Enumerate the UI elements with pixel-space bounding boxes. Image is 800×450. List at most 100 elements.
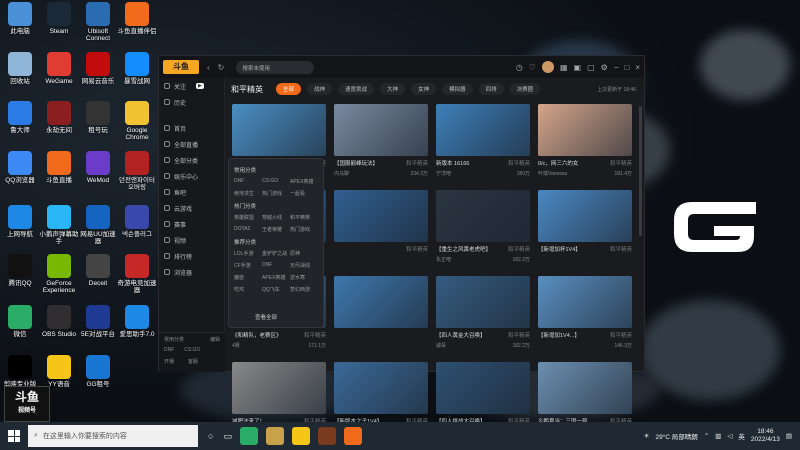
desktop-icon[interactable]: 던전앤파이터 오버링 <box>117 151 157 191</box>
filter-tab[interactable]: 模拟器 <box>442 83 473 95</box>
popup-category-item[interactable]: 梦幻西游 <box>290 286 318 293</box>
desktop-icon[interactable]: 腾讯QQ <box>0 254 40 287</box>
app-taskbar-icon[interactable] <box>265 427 284 445</box>
desktop-icon[interactable]: 回收站 <box>0 52 40 85</box>
refresh-icon[interactable]: ↻ <box>218 63 225 72</box>
desktop-icon[interactable]: GG租号 <box>78 355 118 388</box>
desktop-icon[interactable]: Ubisoft Connect <box>78 2 118 42</box>
sidebar-item[interactable]: 关注 ▶ <box>159 78 224 94</box>
stream-thumbnail[interactable] <box>334 276 428 328</box>
stream-thumbnail[interactable] <box>538 276 632 328</box>
weather-text[interactable]: 29°C 局部晴朗 <box>655 431 697 441</box>
stream-thumbnail[interactable] <box>538 104 632 156</box>
popup-category-item[interactable]: 绝地求生 <box>234 190 262 197</box>
app-logo[interactable]: 斗鱼 <box>163 60 199 74</box>
desktop-icon[interactable]: 上网导航 <box>0 205 40 238</box>
stream-card[interactable]: 新版本 16166 和平精英 宁洋吧 180万 <box>436 104 530 188</box>
sidebar-item[interactable]: 浏览器 <box>159 264 224 280</box>
stream-thumbnail[interactable] <box>538 190 632 242</box>
popup-category-item[interactable]: APEX英雄 <box>290 178 318 185</box>
stream-thumbnail[interactable] <box>232 362 326 414</box>
chevron-up-icon[interactable]: ⌃ <box>704 432 709 440</box>
popup-category-item[interactable]: 英雄联盟 <box>234 214 262 221</box>
desktop-icon[interactable]: 奇游电竞加速器 <box>117 254 157 294</box>
wechat-taskbar-icon[interactable] <box>239 427 258 445</box>
desktop-icon[interactable]: 网易UU加速器 <box>78 205 118 245</box>
desktop-icon[interactable]: OBS Studio <box>39 305 79 338</box>
desktop-icon[interactable]: WeMod <box>78 151 118 184</box>
footer-category-item[interactable]: DNF <box>164 347 174 353</box>
stream-thumbnail[interactable] <box>334 190 428 242</box>
volume-icon[interactable]: ◁ <box>727 432 732 440</box>
stream-card[interactable]: 【重生之风黄老虎吧】 和平精英 东正吧 182.2万 <box>436 190 530 274</box>
desktop-icon[interactable]: 此电脑 <box>0 2 40 35</box>
douyu-taskbar-icon[interactable] <box>343 427 362 445</box>
footer-edit-button[interactable]: 编辑 <box>210 336 220 343</box>
filter-tab[interactable]: 女神 <box>411 83 437 95</box>
desktop-icon[interactable]: Steam <box>39 2 79 35</box>
desktop-icon[interactable]: 5E对战平台 <box>78 305 118 338</box>
settings-icon[interactable]: ⚙ <box>601 63 608 72</box>
back-icon[interactable]: ‹ <box>207 63 210 72</box>
desktop-icon[interactable]: WeGame <box>39 52 79 85</box>
minimize-icon[interactable]: − <box>614 63 619 72</box>
popup-category-item[interactable]: DNF <box>234 178 262 185</box>
popup-category-item[interactable]: LOL手游 <box>234 250 262 257</box>
popup-category-item[interactable]: DOTA2 <box>234 226 262 233</box>
popup-category-item[interactable]: APEX英雄 <box>262 274 290 281</box>
desktop-icon[interactable]: 暴雪战网 <box>117 52 157 85</box>
desktop-icon[interactable]: 租号玩 <box>78 101 118 134</box>
heart-icon[interactable]: ♡ <box>529 63 536 72</box>
desktop-icon[interactable]: QQ浏览器 <box>0 151 40 184</box>
start-stream-button[interactable]: 开播 <box>164 358 174 365</box>
stream-thumbnail[interactable] <box>436 362 530 414</box>
popup-category-item[interactable]: QQ飞车 <box>262 286 290 293</box>
sidebar-item[interactable]: 首页 <box>159 120 224 136</box>
desktop-icon[interactable]: 斗鱼直播 <box>39 151 79 184</box>
ime-indicator[interactable]: 英 <box>738 431 745 441</box>
sidebar-item[interactable]: 云游戏 <box>159 200 224 216</box>
sidebar-item[interactable]: 鱼吧 <box>159 184 224 200</box>
sidebar-item[interactable]: 全部分类 <box>159 152 224 168</box>
stream-card[interactable]: 和平精英 <box>334 190 428 274</box>
filter-tab[interactable]: 全部 <box>276 83 302 95</box>
popup-category-item[interactable]: 吃鸡 <box>234 286 262 293</box>
desktop-icon[interactable]: 剪映专业版 <box>0 355 40 388</box>
filter-tab[interactable]: 大神 <box>380 83 406 95</box>
desktop-icon[interactable]: 爱思助手7.0 <box>117 305 157 338</box>
filter-tab[interactable]: 战神 <box>307 83 333 95</box>
desktop-icon[interactable]: Google Chrome <box>117 101 157 141</box>
start-button[interactable] <box>0 422 28 450</box>
popup-category-item[interactable]: 穿越火线 <box>262 214 290 221</box>
desktop-icon[interactable]: 넥슨플러그 <box>117 205 157 238</box>
stream-thumbnail[interactable] <box>436 190 530 242</box>
filter-tab[interactable]: 速度挑战 <box>338 83 375 95</box>
scrollbar[interactable] <box>639 106 642 236</box>
maximize-icon[interactable]: □ <box>624 63 629 72</box>
stream-thumbnail[interactable] <box>538 362 632 414</box>
popup-category-item[interactable]: DNF <box>262 262 290 269</box>
stream-thumbnail[interactable] <box>334 104 428 156</box>
stream-card[interactable]: 0/c，网三六的女 和平精英 叶琪Vanessa 181.4万 <box>538 104 632 188</box>
stream-thumbnail[interactable] <box>232 104 326 156</box>
footer-category-item[interactable]: CS:GO <box>184 347 200 353</box>
sidebar-item[interactable]: 排行榜 <box>159 248 224 264</box>
stream-card[interactable]: 【新增加1V4...】 和平精英 146.3万 <box>538 276 632 360</box>
sidebar-item[interactable]: 历史 <box>159 94 224 110</box>
task-view-icon[interactable]: ▭ <box>223 431 232 442</box>
stream-card[interactable]: 【新增加杯1V4】 和平精英 <box>538 190 632 274</box>
search-input[interactable]: 搜索未使用 <box>236 60 315 74</box>
network-icon[interactable]: ▥ <box>715 432 721 440</box>
desktop-icon[interactable]: 斗鱼直播伴侣 <box>117 2 157 35</box>
stream-thumbnail[interactable] <box>436 276 530 328</box>
clock-icon[interactable]: ◷ <box>516 63 523 72</box>
popup-category-item[interactable]: 原神 <box>290 250 318 257</box>
close-icon[interactable]: × <box>635 63 640 72</box>
stream-thumbnail[interactable] <box>436 104 530 156</box>
popup-category-item[interactable]: 无尽战线 <box>290 262 318 269</box>
sidebar-item[interactable]: 全部直播 <box>159 136 224 152</box>
notification-icon[interactable]: ▤ <box>786 432 792 440</box>
sidebar-item[interactable]: 赛事 <box>159 216 224 232</box>
popup-category-item[interactable]: 金铲铲之战 <box>262 250 290 257</box>
desktop-icon[interactable]: 微信 <box>0 305 40 338</box>
